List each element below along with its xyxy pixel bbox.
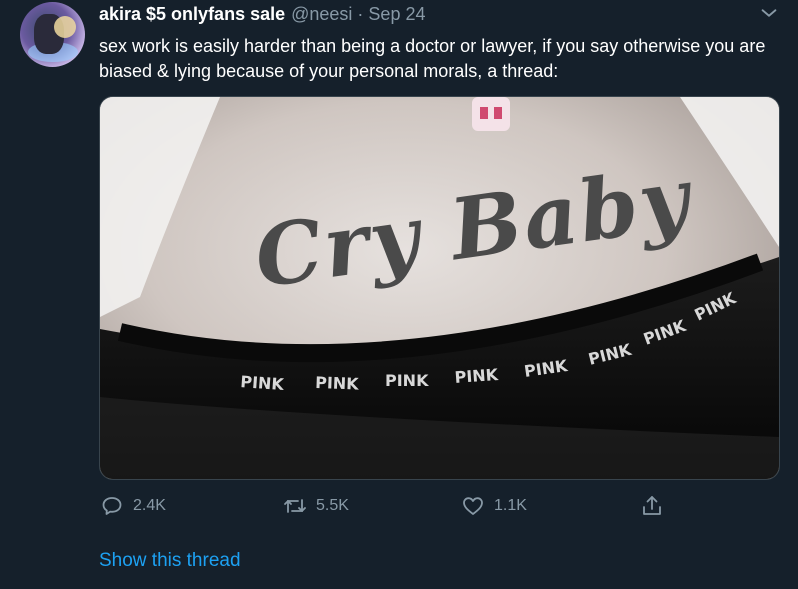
separator-dot: · [357,4,364,24]
retweet-button[interactable]: 5.5K [283,494,349,518]
user-handle[interactable]: @neesi [291,4,352,25]
display-name[interactable]: akira $5 onlyfans sale [99,4,285,25]
show-thread-link[interactable]: Show this thread [99,550,241,572]
reply-icon [102,497,122,515]
avatar[interactable] [20,2,85,67]
tweet-header: akira $5 onlyfans sale @neesi · Sep 24 [99,4,425,28]
svg-text:PINK: PINK [240,372,285,394]
svg-text:PINK: PINK [454,365,499,387]
reply-count: 2.4K [133,497,166,514]
like-button[interactable]: 1.1K [461,494,527,518]
svg-text:PINK: PINK [315,373,360,394]
tweet-text: sex work is easily harder than being a d… [99,36,766,81]
chevron-down-icon[interactable] [758,2,780,24]
tweet-date[interactable]: Sep 24 [368,4,425,25]
reply-button[interactable]: 2.4K [100,494,166,518]
retweet-icon [284,499,306,513]
share-button[interactable] [640,494,664,518]
svg-text:PINK: PINK [385,371,429,390]
like-count: 1.1K [494,497,527,514]
retweet-count: 5.5K [316,497,349,514]
heart-icon [463,497,483,515]
share-icon [643,496,661,515]
tweet-media-image[interactable]: PINK PINK PINK PINK PINK PINK PINK PINK … [99,96,780,480]
